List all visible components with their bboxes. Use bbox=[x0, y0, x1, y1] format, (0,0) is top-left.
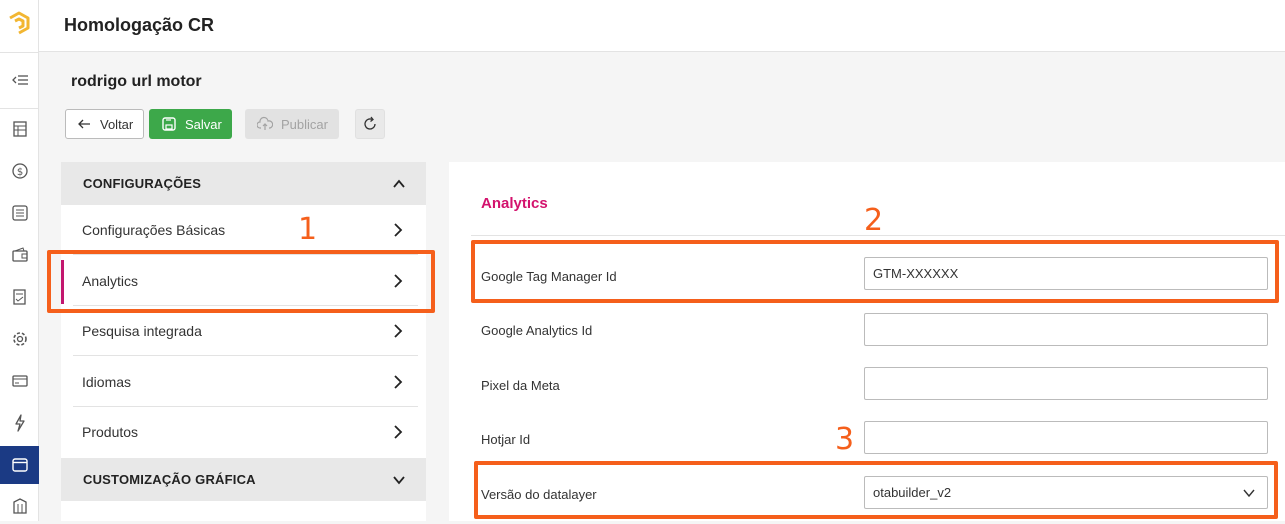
gear-icon[interactable] bbox=[0, 321, 39, 357]
page-title: rodrigo url motor bbox=[71, 73, 202, 90]
annotation-number-1: 1 bbox=[298, 212, 318, 247]
annotation-box-1 bbox=[47, 250, 435, 313]
menu-item-produtos[interactable]: Produtos bbox=[61, 407, 426, 457]
menu-item-idiomas[interactable]: Idiomas bbox=[61, 357, 426, 407]
section-customizacao-label: CUSTOMIZAÇÃO GRÁFICA bbox=[83, 472, 256, 487]
menu-item-configuracoes-basicas[interactable]: Configurações Básicas bbox=[61, 205, 426, 255]
chevron-up-icon bbox=[393, 179, 405, 188]
annotation-box-3 bbox=[474, 461, 1278, 519]
publish-button-label: Publicar bbox=[281, 116, 328, 132]
annotation-number-3: 3 bbox=[835, 422, 855, 457]
analytics-title: Analytics bbox=[481, 195, 548, 212]
menu-item-label: Idiomas bbox=[82, 374, 132, 390]
section-configuracoes-label: CONFIGURAÇÕES bbox=[83, 176, 202, 191]
browser-window-icon[interactable] bbox=[0, 446, 39, 484]
app-title: Homologação CR bbox=[64, 15, 215, 35]
menu-item-pesquisa-integrada[interactable]: Pesquisa integrada bbox=[61, 306, 426, 356]
menu-item-label: Produtos bbox=[82, 424, 139, 440]
chevron-right-icon bbox=[394, 223, 403, 237]
brand-logo-icon[interactable] bbox=[6, 10, 32, 36]
list-icon[interactable] bbox=[0, 195, 39, 231]
menu-item-label: Configurações Básicas bbox=[82, 222, 226, 238]
top-bar: Homologação CR bbox=[39, 0, 1285, 52]
section-customizacao-grafica[interactable]: CUSTOMIZAÇÃO GRÁFICA bbox=[61, 458, 426, 501]
refresh-button[interactable] bbox=[355, 109, 385, 139]
annotation-box-2 bbox=[471, 240, 1279, 303]
chevron-right-icon bbox=[394, 375, 403, 389]
cloud-upload-icon bbox=[257, 116, 273, 130]
save-button[interactable]: Salvar bbox=[149, 109, 232, 139]
section-configuracoes[interactable]: CONFIGURAÇÕES bbox=[61, 162, 426, 205]
hotjar-id-input[interactable] bbox=[864, 421, 1268, 454]
card-icon[interactable] bbox=[0, 363, 39, 399]
annotation-number-2: 2 bbox=[864, 203, 884, 238]
arrow-left-icon bbox=[78, 119, 90, 129]
refresh-icon bbox=[364, 116, 376, 130]
meta-pixel-label: Pixel da Meta bbox=[481, 378, 560, 393]
chevron-right-icon bbox=[394, 324, 403, 338]
checklist-icon[interactable] bbox=[0, 279, 39, 315]
publish-button[interactable]: Publicar bbox=[245, 109, 339, 139]
svg-text:$: $ bbox=[16, 167, 22, 178]
hotjar-label: Hotjar Id bbox=[481, 432, 531, 447]
ga-label: Google Analytics Id bbox=[481, 323, 593, 338]
back-button-label: Voltar bbox=[100, 116, 134, 132]
save-icon bbox=[162, 117, 176, 131]
side-rail: $ bbox=[0, 0, 39, 521]
chevron-right-icon bbox=[394, 425, 403, 439]
building-icon[interactable] bbox=[0, 488, 39, 524]
meta-pixel-input[interactable] bbox=[864, 367, 1268, 400]
lightning-icon[interactable] bbox=[0, 405, 39, 441]
chevron-down-icon bbox=[393, 476, 405, 485]
ga-id-input[interactable] bbox=[864, 313, 1268, 346]
wallet-icon[interactable] bbox=[0, 237, 39, 273]
back-button[interactable]: Voltar bbox=[65, 109, 144, 139]
menu-item-label: Pesquisa integrada bbox=[82, 323, 202, 339]
collapse-menu-icon[interactable] bbox=[0, 62, 39, 98]
spreadsheet-icon[interactable] bbox=[0, 111, 39, 147]
save-button-label: Salvar bbox=[185, 116, 222, 132]
dollar-icon[interactable]: $ bbox=[0, 153, 39, 189]
